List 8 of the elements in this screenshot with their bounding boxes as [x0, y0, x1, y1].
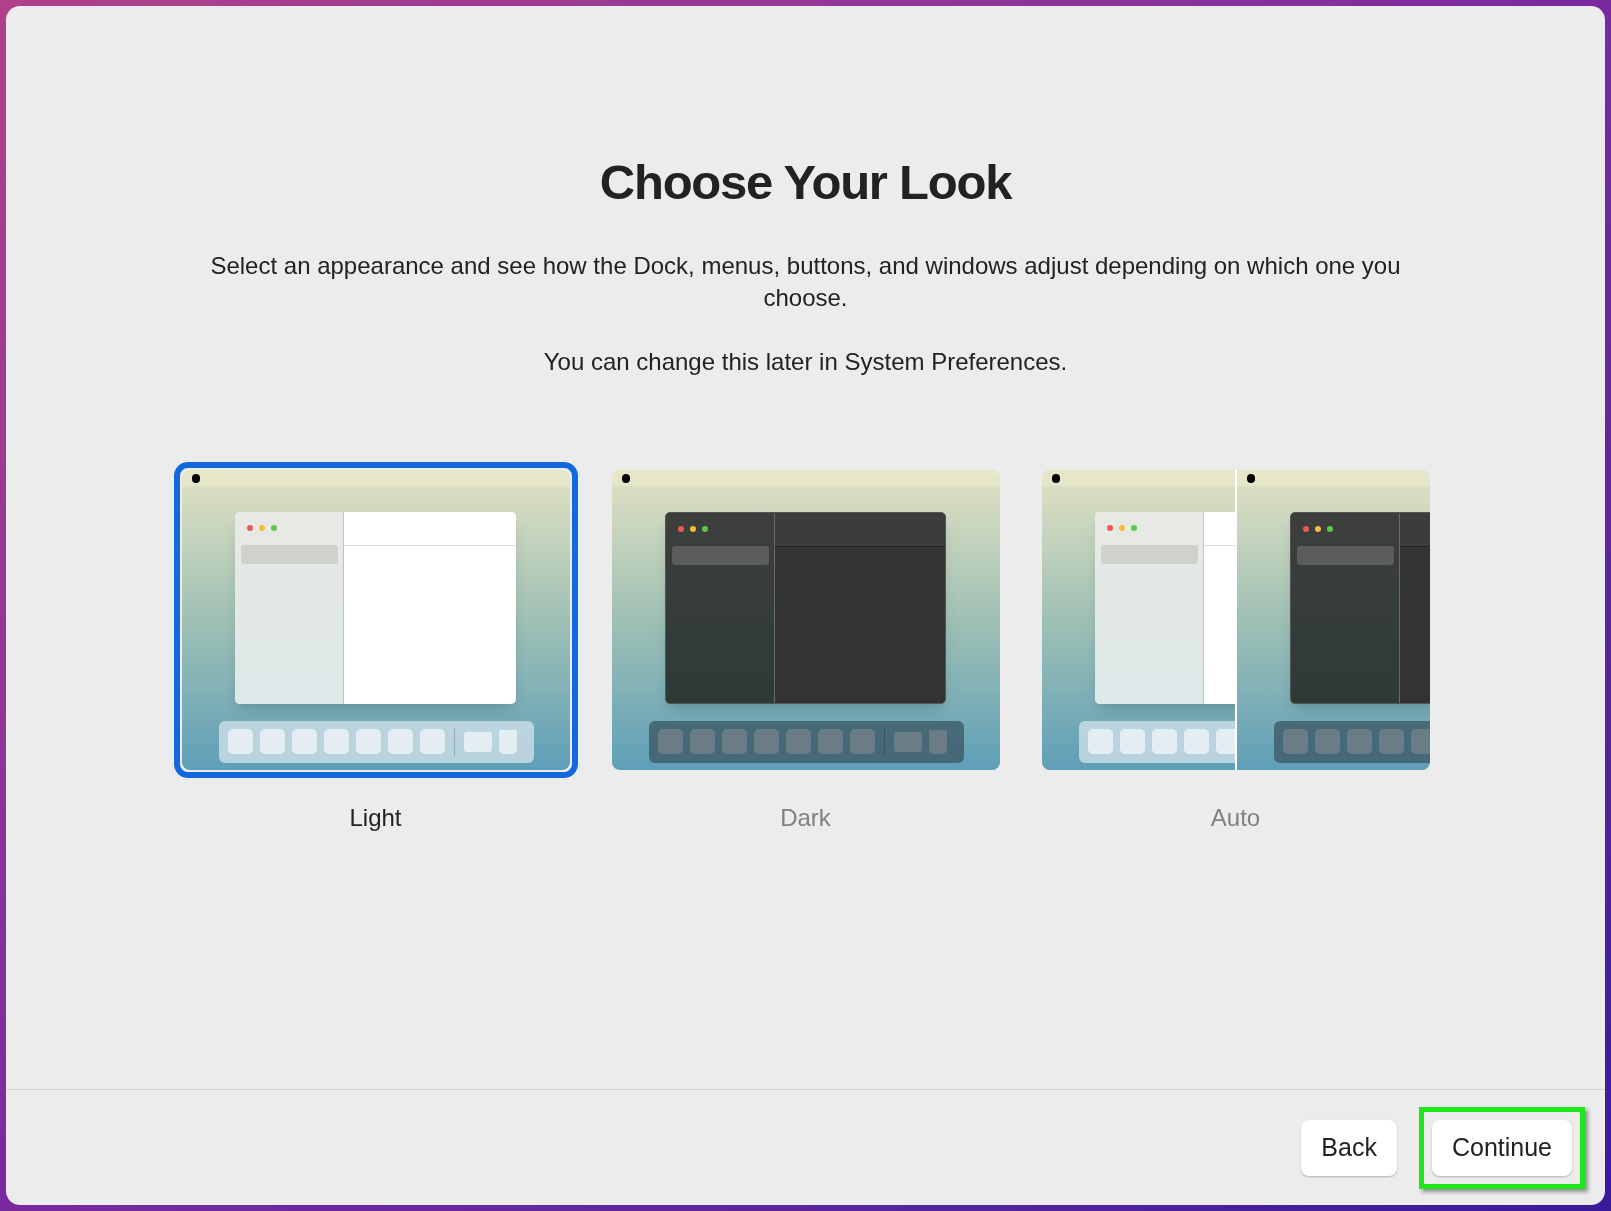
appearance-label: Light: [349, 802, 402, 833]
description-text: Select an appearance and see how the Dock, menus, buttons, and windows adjust depending on which one you choose.: [209, 250, 1402, 313]
nav-button[interactable]: Continue: [1431, 1119, 1572, 1176]
note-text: You can change this later in System Preferences.: [543, 346, 1068, 377]
page-title: Choose Your Look: [599, 154, 1012, 211]
appearance-label: Auto: [1210, 802, 1261, 833]
appearance-label: Dark: [780, 802, 831, 833]
nav-button[interactable]: Back: [1301, 1119, 1397, 1176]
